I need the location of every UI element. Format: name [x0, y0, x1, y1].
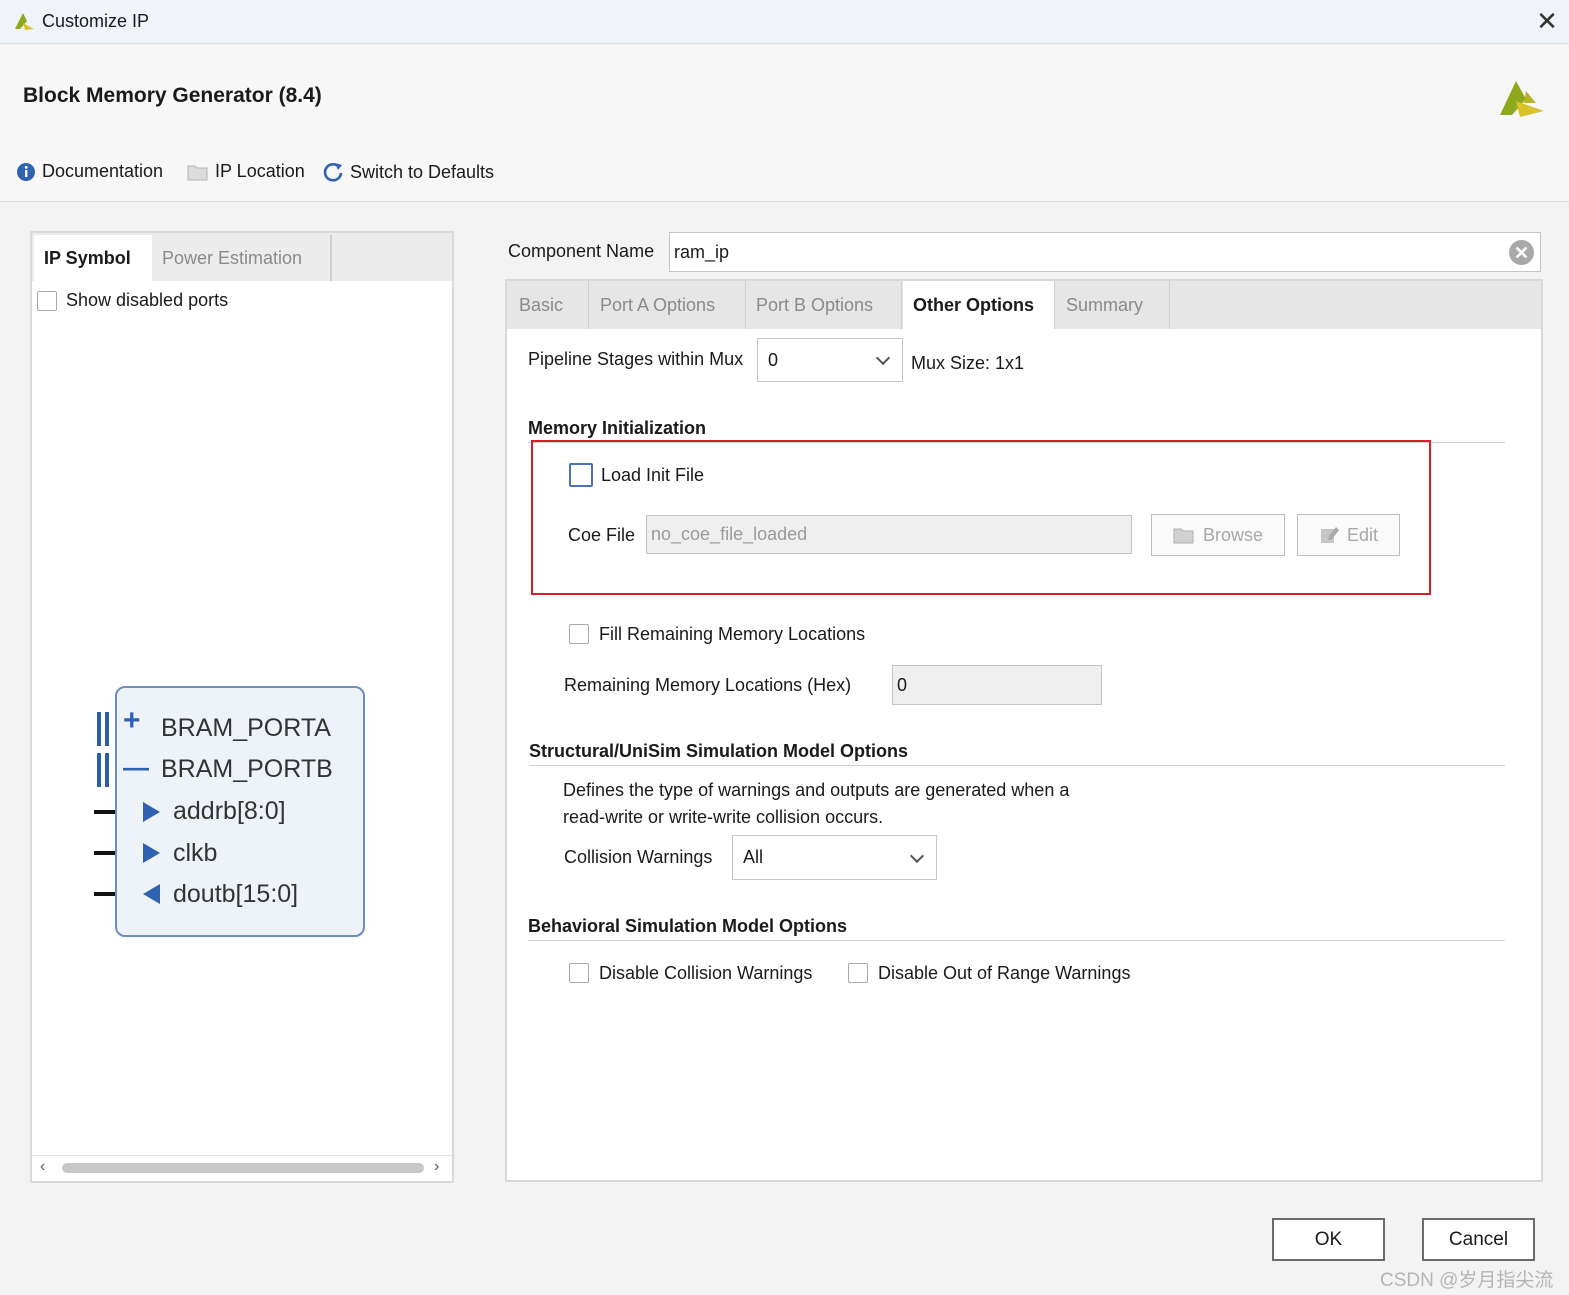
- xilinx-logo: [1500, 81, 1544, 117]
- mux-size-label: Mux Size: 1x1: [911, 353, 1025, 373]
- component-name-value: ram_ip: [674, 241, 730, 262]
- memory-initialization-heading: Memory Initialization: [528, 418, 707, 438]
- switch-to-defaults-button[interactable]: Switch to Defaults: [322, 161, 494, 183]
- show-disabled-ports-label: Show disabled ports: [66, 290, 229, 310]
- pipeline-stages-label: Pipeline Stages within Mux: [528, 349, 744, 369]
- collision-warnings-select[interactable]: All: [732, 835, 937, 880]
- edit-label: Edit: [1346, 524, 1379, 545]
- clear-input-icon[interactable]: [1508, 239, 1535, 266]
- horizontal-scrollbar[interactable]: ‹ ›: [32, 1155, 452, 1181]
- coe-file-input[interactable]: no_coe_file_loaded: [646, 515, 1132, 554]
- coe-file-value: no_coe_file_loaded: [651, 524, 808, 544]
- remaining-hex-value: 0: [897, 674, 908, 695]
- title-bar: Customize IP ✕: [0, 0, 1569, 44]
- tab-basic[interactable]: Basic: [509, 281, 589, 329]
- edit-icon: [1320, 527, 1339, 543]
- tab-power-estimation[interactable]: Power Estimation: [152, 235, 332, 281]
- info-icon: [17, 162, 35, 181]
- ok-button[interactable]: OK: [1272, 1218, 1385, 1261]
- ip-symbol-block: + BRAM_PORTA — BRAM_PORTB addrb[8:0] clk…: [115, 686, 365, 937]
- disable-range-checkbox[interactable]: [848, 963, 868, 983]
- disable-range-label: Disable Out of Range Warnings: [878, 963, 1131, 983]
- scrollbar-thumb[interactable]: [62, 1163, 424, 1173]
- ok-label: OK: [1314, 1228, 1343, 1250]
- close-icon[interactable]: ✕: [1532, 6, 1562, 36]
- port-wire: [94, 851, 116, 855]
- port-doutb: doutb[15:0]: [173, 880, 299, 908]
- port-bram-portb: BRAM_PORTB: [161, 755, 333, 783]
- remaining-hex-label: Remaining Memory Locations (Hex): [564, 675, 852, 695]
- window-title: Customize IP: [42, 11, 150, 31]
- tab-summary[interactable]: Summary: [1056, 281, 1170, 329]
- port-bram-porta: BRAM_PORTA: [161, 714, 331, 742]
- folder-open-icon: [1173, 528, 1194, 544]
- port-wire: [94, 892, 116, 896]
- refresh-icon: [323, 163, 343, 182]
- structural-description-line2: read-write or write-write collision occu…: [563, 807, 884, 827]
- watermark: CSDN @岁月指尖流: [1380, 1270, 1554, 1291]
- load-init-file-checkbox[interactable]: [569, 463, 593, 487]
- scroll-right-icon[interactable]: ›: [434, 1158, 439, 1176]
- options-panel: Basic Port A Options Port B Options Othe…: [505, 279, 1543, 1182]
- bus-line-icon: [105, 753, 109, 787]
- output-arrow-icon: [143, 884, 160, 904]
- fill-remaining-checkbox[interactable]: [569, 624, 589, 644]
- cancel-button[interactable]: Cancel: [1422, 1218, 1535, 1261]
- coe-file-label: Coe File: [568, 525, 636, 545]
- component-name-input[interactable]: ram_ip: [669, 232, 1541, 272]
- right-tab-bar: Basic Port A Options Port B Options Othe…: [507, 281, 1541, 329]
- show-disabled-ports-checkbox[interactable]: [37, 291, 57, 311]
- disable-collision-checkbox[interactable]: [569, 963, 589, 983]
- chevron-down-icon: [909, 848, 925, 863]
- tab-port-a-options[interactable]: Port A Options: [590, 281, 746, 329]
- chevron-down-icon: [875, 350, 891, 366]
- load-init-file-label: Load Init File: [601, 465, 705, 485]
- edit-button[interactable]: Edit: [1297, 514, 1400, 556]
- browse-label: Browse: [1202, 524, 1264, 545]
- documentation-label: Documentation: [42, 161, 164, 181]
- structural-options-heading: Structural/UniSim Simulation Model Optio…: [529, 741, 909, 761]
- ip-location-button[interactable]: IP Location: [187, 161, 305, 182]
- port-addrb: addrb[8:0]: [173, 797, 286, 825]
- scroll-left-icon[interactable]: ‹: [40, 1158, 45, 1176]
- structural-description-line1: Defines the type of warnings and outputs…: [563, 780, 1070, 800]
- pipeline-stages-select[interactable]: 0: [757, 338, 903, 382]
- page-title: Block Memory Generator (8.4): [23, 84, 322, 107]
- input-arrow-icon: [143, 802, 160, 822]
- tab-port-b-options[interactable]: Port B Options: [746, 281, 902, 329]
- xilinx-app-icon: [15, 13, 34, 30]
- behavioral-options-heading: Behavioral Simulation Model Options: [528, 916, 848, 936]
- input-arrow-icon: [143, 843, 160, 863]
- tab-ip-symbol[interactable]: IP Symbol: [34, 235, 152, 281]
- ip-location-label: IP Location: [215, 161, 305, 181]
- collision-warnings-value: All: [743, 847, 764, 867]
- disable-collision-label: Disable Collision Warnings: [599, 963, 813, 983]
- left-tab-bar: IP Symbol Power Estimation: [32, 233, 452, 281]
- documentation-button[interactable]: Documentation: [16, 161, 163, 182]
- browse-button[interactable]: Browse: [1151, 514, 1285, 556]
- tab-other-options[interactable]: Other Options: [903, 281, 1055, 329]
- header: Block Memory Generator (8.4) Documentati…: [0, 45, 1569, 202]
- component-name-label: Component Name: [508, 241, 655, 261]
- fill-remaining-label: Fill Remaining Memory Locations: [599, 624, 866, 644]
- section-divider: [529, 765, 1505, 766]
- bus-line-icon: [105, 712, 109, 746]
- bus-line-icon: [97, 712, 101, 746]
- folder-icon: [187, 165, 208, 180]
- pipeline-stages-value: 0: [768, 349, 779, 370]
- switch-to-defaults-label: Switch to Defaults: [350, 161, 495, 182]
- section-divider: [528, 940, 1505, 941]
- port-clkb: clkb: [173, 839, 218, 867]
- port-wire: [94, 810, 116, 814]
- collapse-icon[interactable]: —: [123, 752, 149, 782]
- collision-warnings-label: Collision Warnings: [564, 847, 713, 867]
- cancel-label: Cancel: [1448, 1228, 1509, 1250]
- bus-line-icon: [97, 753, 101, 787]
- expand-icon[interactable]: +: [123, 706, 141, 736]
- remaining-hex-input[interactable]: 0: [892, 665, 1102, 705]
